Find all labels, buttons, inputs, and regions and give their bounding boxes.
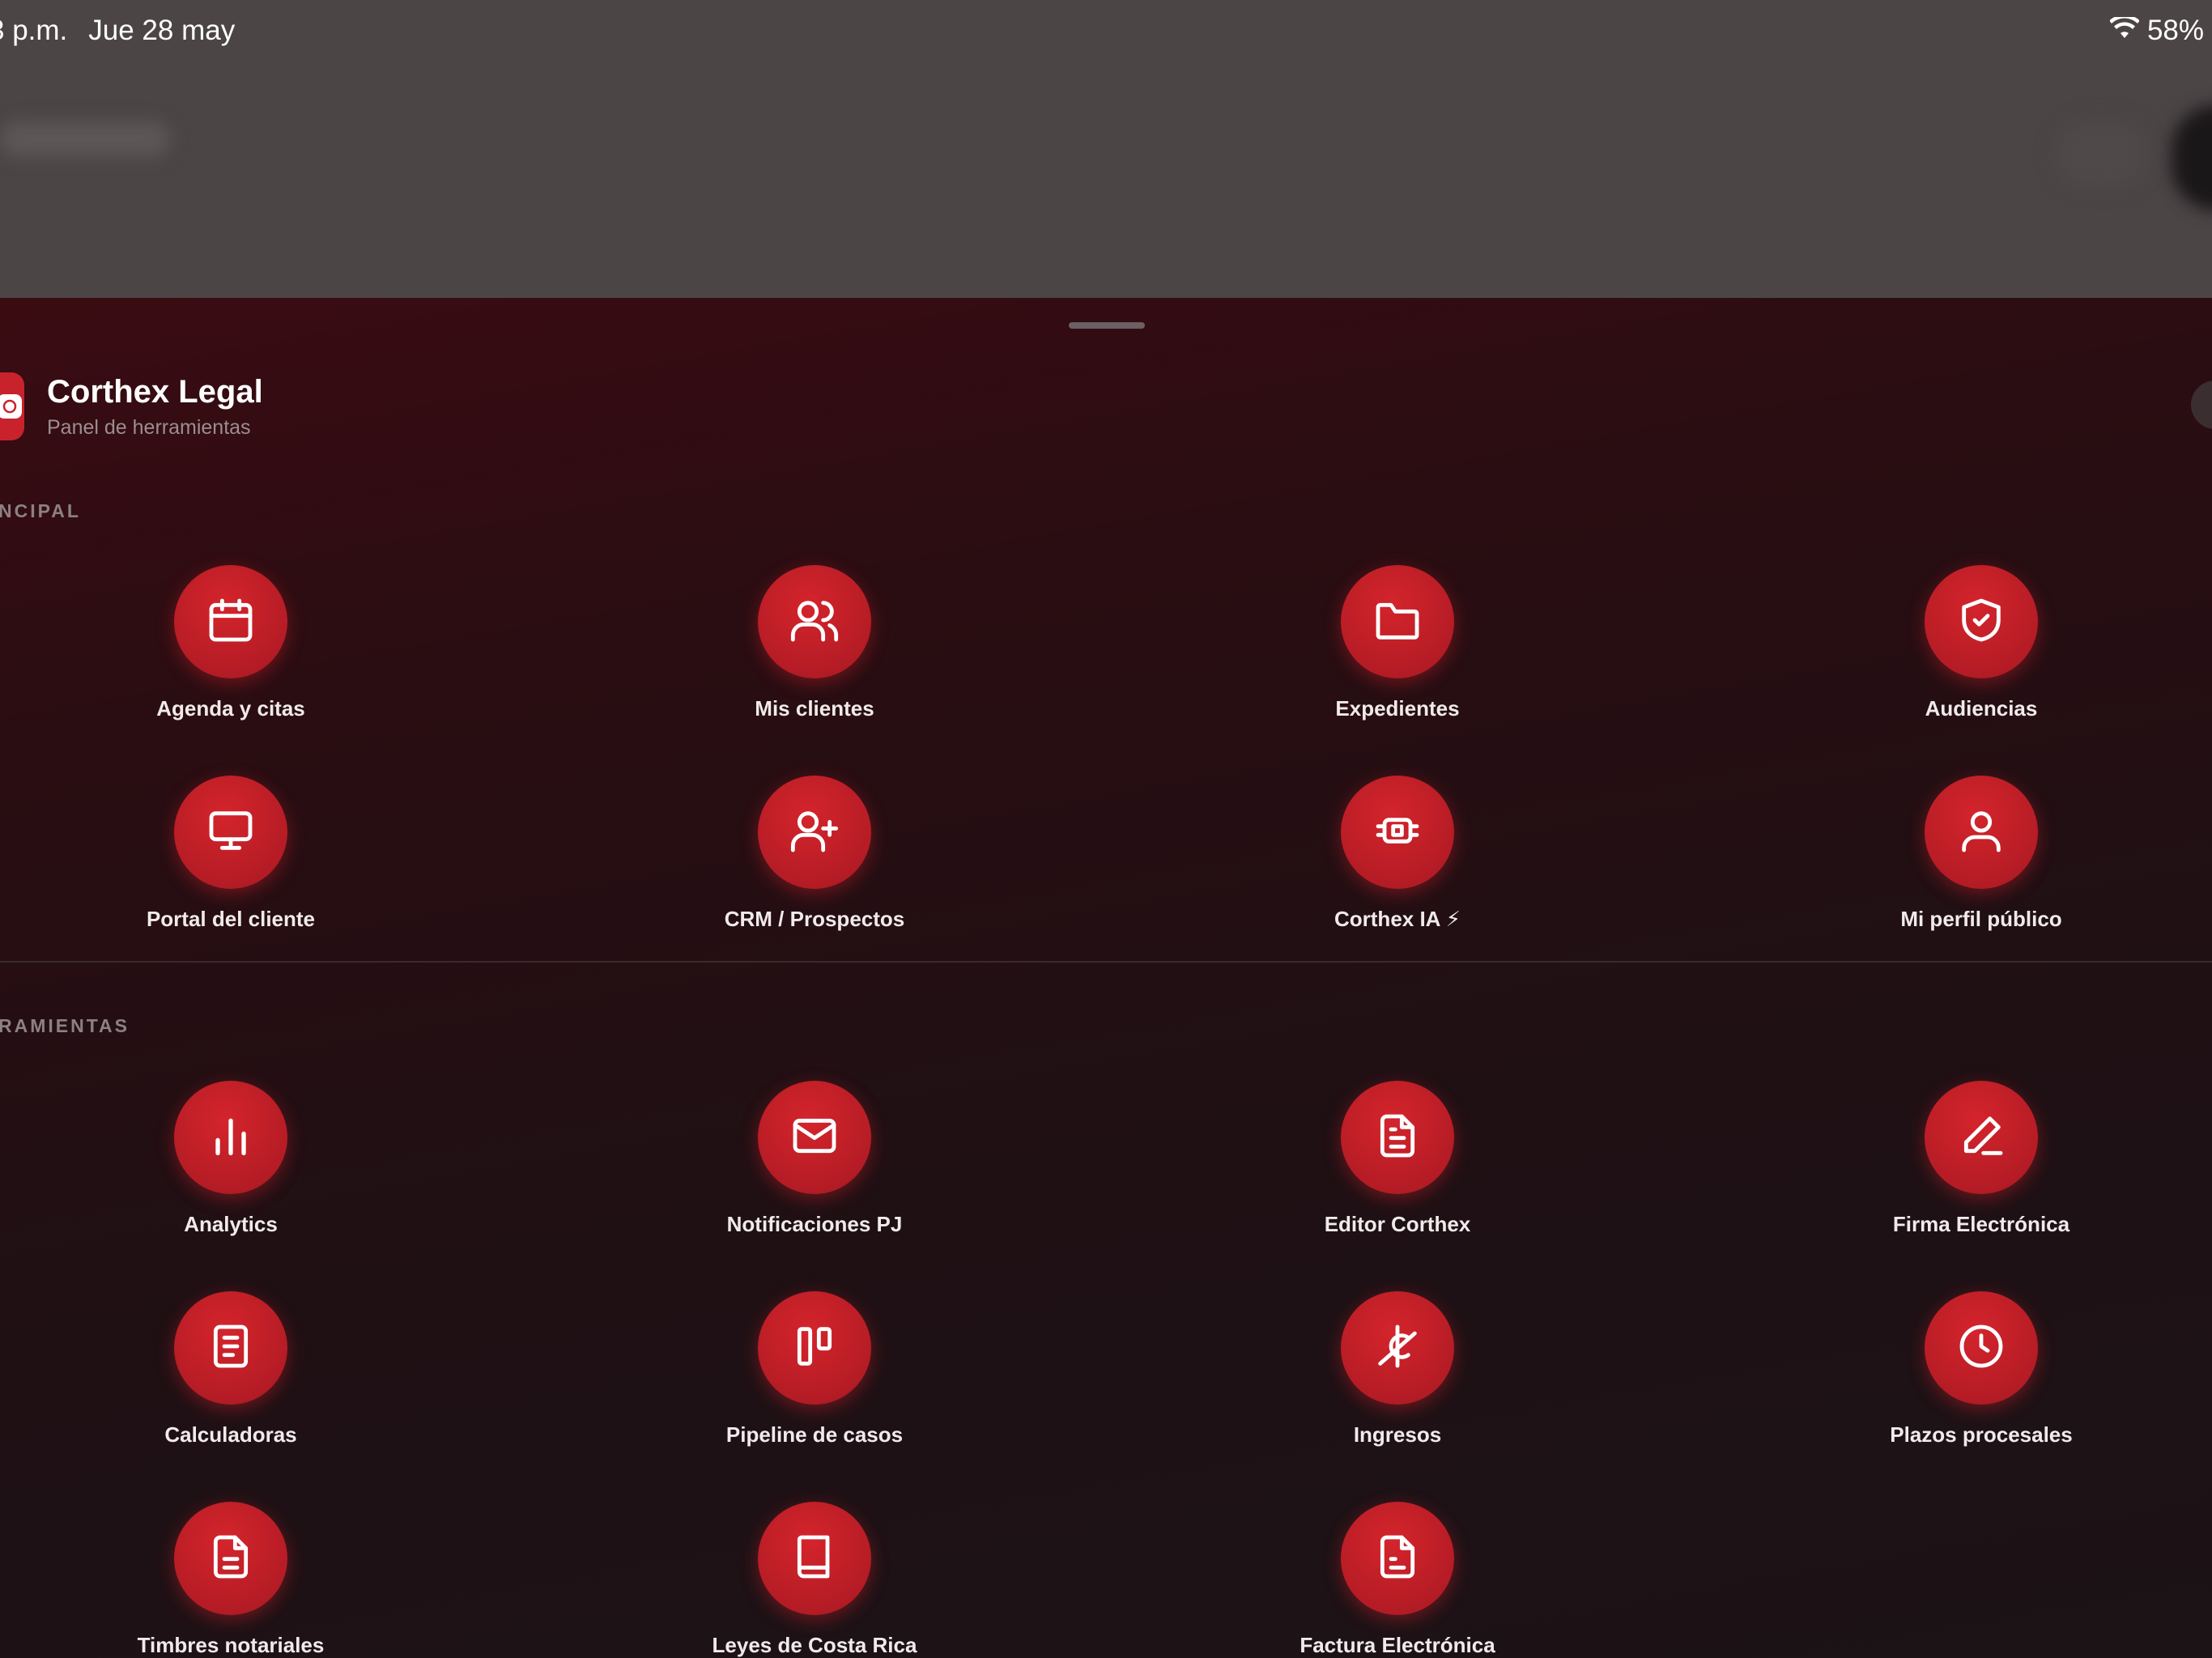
users-icon	[789, 594, 840, 650]
coins-icon	[1372, 1320, 1423, 1376]
tool-expedientes[interactable]: Expedientes	[1236, 565, 1559, 721]
status-bar-left: 3 p.m. Jue 28 may	[0, 15, 235, 47]
file-lines-icon	[205, 1531, 257, 1587]
tool-plazos[interactable]: Plazos procesales	[1819, 1291, 2143, 1448]
tool-label: Notificaciones PJ	[726, 1212, 903, 1236]
dimmed-background[interactable]: 3 p.m. Jue 28 may 58%	[0, 0, 2212, 300]
tool-label: Factura Electrónica	[1300, 1633, 1495, 1657]
tool-timbres[interactable]: Timbres notariales	[69, 1502, 393, 1658]
tool-label: Leyes de Costa Rica	[712, 1633, 917, 1657]
cpu-icon	[1372, 805, 1423, 861]
tool-label: Portal del cliente	[146, 907, 316, 931]
tool-label: Editor Corthex	[1324, 1212, 1471, 1236]
section-label-herramientas: RAMIENTAS	[0, 1015, 130, 1036]
monitor-icon	[205, 805, 257, 861]
tool-label: Plazos procesales	[1890, 1422, 2073, 1447]
tools-sheet: Corthex Legal Panel de herramientas NCIP…	[0, 298, 2212, 1658]
tool-calculadoras[interactable]: Calculadoras	[69, 1291, 393, 1448]
blurred-header-title	[0, 121, 170, 157]
app-subtitle: Panel de herramientas	[47, 416, 251, 439]
tool-leyes[interactable]: Leyes de Costa Rica	[653, 1502, 976, 1658]
calculator-doc-icon	[205, 1320, 257, 1376]
status-bar-right: 58%	[2108, 15, 2204, 47]
book-icon	[789, 1531, 840, 1587]
calendar-icon	[205, 594, 257, 650]
tool-notificaciones[interactable]: Notificaciones PJ	[653, 1081, 976, 1237]
wifi-icon	[2108, 15, 2140, 47]
status-date: Jue 28 may	[88, 15, 236, 46]
user-icon	[1955, 805, 2007, 861]
battery-level: 58%	[2146, 15, 2204, 46]
clock-icon	[1955, 1320, 2007, 1376]
tool-audiencias[interactable]: Audiencias	[1819, 565, 2143, 721]
tool-label: Timbres notariales	[137, 1633, 325, 1657]
tool-label: Agenda y citas	[156, 696, 305, 721]
tool-perfil-publico[interactable]: Mi perfil público	[1819, 776, 2143, 932]
tool-clientes[interactable]: Mis clientes	[653, 565, 976, 721]
bar-chart-icon	[205, 1110, 257, 1166]
tool-factura[interactable]: Factura Electrónica	[1236, 1502, 1559, 1658]
section-divider	[0, 961, 2212, 963]
blurred-header-action	[2057, 121, 2146, 186]
tool-label: Analytics	[184, 1212, 278, 1236]
section-label-principal: NCIPAL	[0, 500, 81, 521]
tool-label: CRM / Prospectos	[724, 907, 905, 931]
scale-icon	[0, 394, 22, 419]
mail-icon	[789, 1110, 840, 1166]
tool-portal[interactable]: Portal del cliente	[69, 776, 393, 932]
tool-label: Audiencias	[1925, 696, 2038, 721]
app-title: Corthex Legal	[47, 374, 263, 410]
tool-label: Expedientes	[1335, 696, 1460, 721]
tool-corthex-ia[interactable]: Corthex IA ⚡	[1236, 776, 1559, 932]
tool-label: Mi perfil público	[1900, 907, 2062, 931]
tool-analytics[interactable]: Analytics	[69, 1081, 393, 1237]
invoice-icon	[1372, 1531, 1423, 1587]
user-plus-icon	[789, 805, 840, 861]
tool-label: Calculadoras	[164, 1422, 297, 1447]
tool-label: Corthex IA ⚡	[1334, 907, 1461, 931]
tool-label: Ingresos	[1353, 1422, 1442, 1447]
tool-editor[interactable]: Editor Corthex	[1236, 1081, 1559, 1237]
status-time: 3 p.m.	[0, 15, 68, 46]
sheet-grabber[interactable]	[1069, 322, 1145, 329]
tool-agenda[interactable]: Agenda y citas	[69, 565, 393, 721]
tool-label: Pipeline de casos	[725, 1422, 904, 1447]
shield-check-icon	[1955, 594, 2007, 650]
tool-crm[interactable]: CRM / Prospectos	[653, 776, 976, 932]
app-logo	[0, 372, 24, 440]
blurred-avatar	[2172, 105, 2212, 210]
tool-firma[interactable]: Firma Electrónica	[1819, 1081, 2143, 1237]
pen-icon	[1955, 1110, 2007, 1166]
close-button[interactable]	[2191, 380, 2212, 429]
folder-icon	[1372, 594, 1423, 650]
tool-label: Mis clientes	[755, 696, 874, 721]
file-text-icon	[1372, 1110, 1423, 1166]
kanban-icon	[789, 1320, 840, 1376]
tool-ingresos[interactable]: Ingresos	[1236, 1291, 1559, 1448]
tool-pipeline[interactable]: Pipeline de casos	[653, 1291, 976, 1448]
tool-label: Firma Electrónica	[1892, 1212, 2070, 1236]
